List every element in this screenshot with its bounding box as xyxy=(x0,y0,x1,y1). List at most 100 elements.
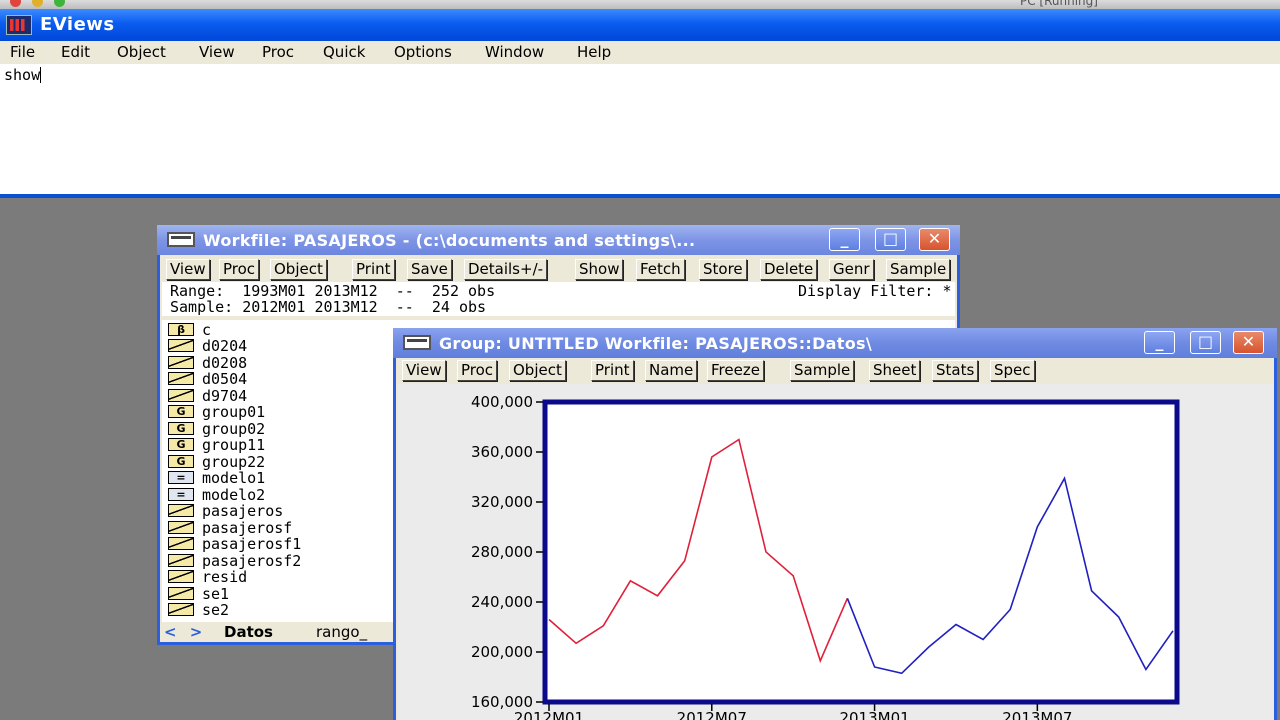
list-item[interactable]: pasajeros xyxy=(168,503,283,520)
y-tick-label: 320,000 xyxy=(471,493,533,511)
menu-object[interactable]: Object xyxy=(117,43,166,61)
group-title: Group: UNTITLED Workfile: PASAJEROS::Dat… xyxy=(439,334,872,353)
wf-sample-button[interactable]: Sample xyxy=(886,259,951,280)
close-button[interactable]: ✕ xyxy=(1233,331,1264,354)
grp-spec-button[interactable]: Spec xyxy=(990,360,1035,381)
host-minimize-dot[interactable] xyxy=(32,0,43,7)
grp-object-button[interactable]: Object xyxy=(509,360,566,381)
wf-save-button[interactable]: Save xyxy=(407,259,452,280)
group-title-bar[interactable]: Group: UNTITLED Workfile: PASAJEROS::Dat… xyxy=(393,328,1277,358)
tab-rango[interactable]: rango_ xyxy=(316,623,367,641)
grp-sheet-button[interactable]: Sheet xyxy=(869,360,921,381)
range-line: Range: 1993M01 2013M12 -- 252 obs xyxy=(170,282,496,300)
wf-object-button[interactable]: Object xyxy=(270,259,327,280)
app-title: EViews xyxy=(40,14,115,35)
series-icon xyxy=(168,372,194,385)
wf-store-button[interactable]: Store xyxy=(699,259,747,280)
wf-proc-button[interactable]: Proc xyxy=(219,259,260,280)
menu-bar: File Edit Object View Proc Quick Options… xyxy=(0,41,1280,64)
group-window[interactable]: Group: UNTITLED Workfile: PASAJEROS::Dat… xyxy=(393,328,1277,720)
menu-help[interactable]: Help xyxy=(577,43,611,61)
list-item[interactable]: d0204 xyxy=(168,338,247,355)
x-tick-label: 2012M01 xyxy=(514,709,584,720)
group-icon: G xyxy=(168,455,194,468)
wf-view-button[interactable]: View xyxy=(166,259,210,280)
host-zoom-dot[interactable] xyxy=(54,0,65,7)
wf-details-button[interactable]: Details+/- xyxy=(464,259,548,280)
series-icon xyxy=(168,504,194,517)
wf-print-button[interactable]: Print xyxy=(352,259,395,280)
object-name: pasajeros xyxy=(202,502,284,520)
sample-line[interactable]: Sample: 2012M01 2013M12 -- 24 obs xyxy=(170,299,486,315)
x-tick-label: 2013M07 xyxy=(1002,709,1072,720)
series-icon xyxy=(168,570,194,583)
list-item[interactable]: pasajerosf1 xyxy=(168,536,301,553)
display-filter[interactable]: Display Filter: * xyxy=(798,283,952,299)
minimize-button[interactable]: _ xyxy=(829,228,860,251)
grp-view-button[interactable]: View xyxy=(402,360,446,381)
y-tick-label: 280,000 xyxy=(471,543,533,561)
series-icon xyxy=(168,389,194,402)
command-input[interactable]: show xyxy=(4,66,42,84)
series-icon xyxy=(168,554,194,567)
eviews-logo-icon xyxy=(6,15,32,35)
workfile-toolbar: View Proc Object Print Save Details+/- S… xyxy=(162,259,959,281)
group-icon: G xyxy=(168,405,194,418)
list-item[interactable]: se2 xyxy=(168,602,229,619)
group-icon: G xyxy=(168,422,194,435)
workfile-title-bar[interactable]: Workfile: PASAJEROS - (c:\documents and … xyxy=(157,225,960,255)
object-name: d0504 xyxy=(202,370,248,388)
grp-sample-button[interactable]: Sample xyxy=(790,360,855,381)
grp-print-button[interactable]: Print xyxy=(591,360,634,381)
command-window[interactable]: show xyxy=(0,64,1280,198)
y-tick-label: 240,000 xyxy=(471,593,533,611)
y-tick-label: 400,000 xyxy=(471,393,533,411)
minimize-button[interactable]: _ xyxy=(1144,331,1175,354)
host-close-dot[interactable] xyxy=(10,0,21,7)
workfile-window-icon xyxy=(167,232,195,247)
grp-name-button[interactable]: Name xyxy=(645,360,698,381)
x-tick-label: 2012M07 xyxy=(677,709,747,720)
command-text: show xyxy=(4,66,41,84)
series-icon xyxy=(168,603,194,616)
group-icon: G xyxy=(168,438,194,451)
grp-stats-button[interactable]: Stats xyxy=(932,360,979,381)
tab-datos[interactable]: Datos xyxy=(224,623,273,641)
object-name: resid xyxy=(202,568,248,586)
wf-genr-button[interactable]: Genr xyxy=(829,259,874,280)
menu-quick[interactable]: Quick xyxy=(323,43,365,61)
list-item[interactable]: = modelo1 xyxy=(168,470,265,487)
menu-options[interactable]: Options xyxy=(394,43,452,61)
list-item[interactable]: Ggroup01 xyxy=(168,404,265,421)
tab-scroll-arrows[interactable]: < > xyxy=(164,623,206,641)
list-item[interactable]: resid xyxy=(168,569,247,586)
list-item[interactable]: d0504 xyxy=(168,371,247,388)
grp-proc-button[interactable]: Proc xyxy=(457,360,498,381)
menu-file[interactable]: File xyxy=(10,43,35,61)
host-window-strip: PC [Running] xyxy=(0,0,1280,9)
object-name: group01 xyxy=(202,403,266,421)
menu-proc[interactable]: Proc xyxy=(262,43,294,61)
object-name: group11 xyxy=(202,436,266,454)
workfile-title: Workfile: PASAJEROS - (c:\documents and … xyxy=(203,231,696,250)
menu-view[interactable]: View xyxy=(199,43,235,61)
group-window-icon xyxy=(403,335,431,350)
menu-window[interactable]: Window xyxy=(485,43,544,61)
app-title-bar: EViews xyxy=(0,9,1280,41)
close-button[interactable]: ✕ xyxy=(919,228,950,251)
text-caret xyxy=(40,67,42,83)
wf-show-button[interactable]: Show xyxy=(575,259,624,280)
grp-freeze-button[interactable]: Freeze xyxy=(707,360,764,381)
series-icon xyxy=(168,537,194,550)
wf-fetch-button[interactable]: Fetch xyxy=(636,259,685,280)
maximize-button[interactable]: □ xyxy=(1190,331,1221,354)
series-icon xyxy=(168,521,194,534)
object-name: pasajerosf1 xyxy=(202,535,302,553)
workfile-info-panel: Range: 1993M01 2013M12 -- 252 obs Sample… xyxy=(162,282,955,316)
graph-area[interactable]: 400,000 360,000 320,000 280,000 240,000 200,0… xyxy=(398,384,1274,720)
list-item[interactable]: Ggroup11 xyxy=(168,437,265,454)
maximize-button[interactable]: □ xyxy=(875,228,906,251)
menu-edit[interactable]: Edit xyxy=(61,43,90,61)
equation-icon: = xyxy=(168,488,194,501)
wf-delete-button[interactable]: Delete xyxy=(760,259,818,280)
